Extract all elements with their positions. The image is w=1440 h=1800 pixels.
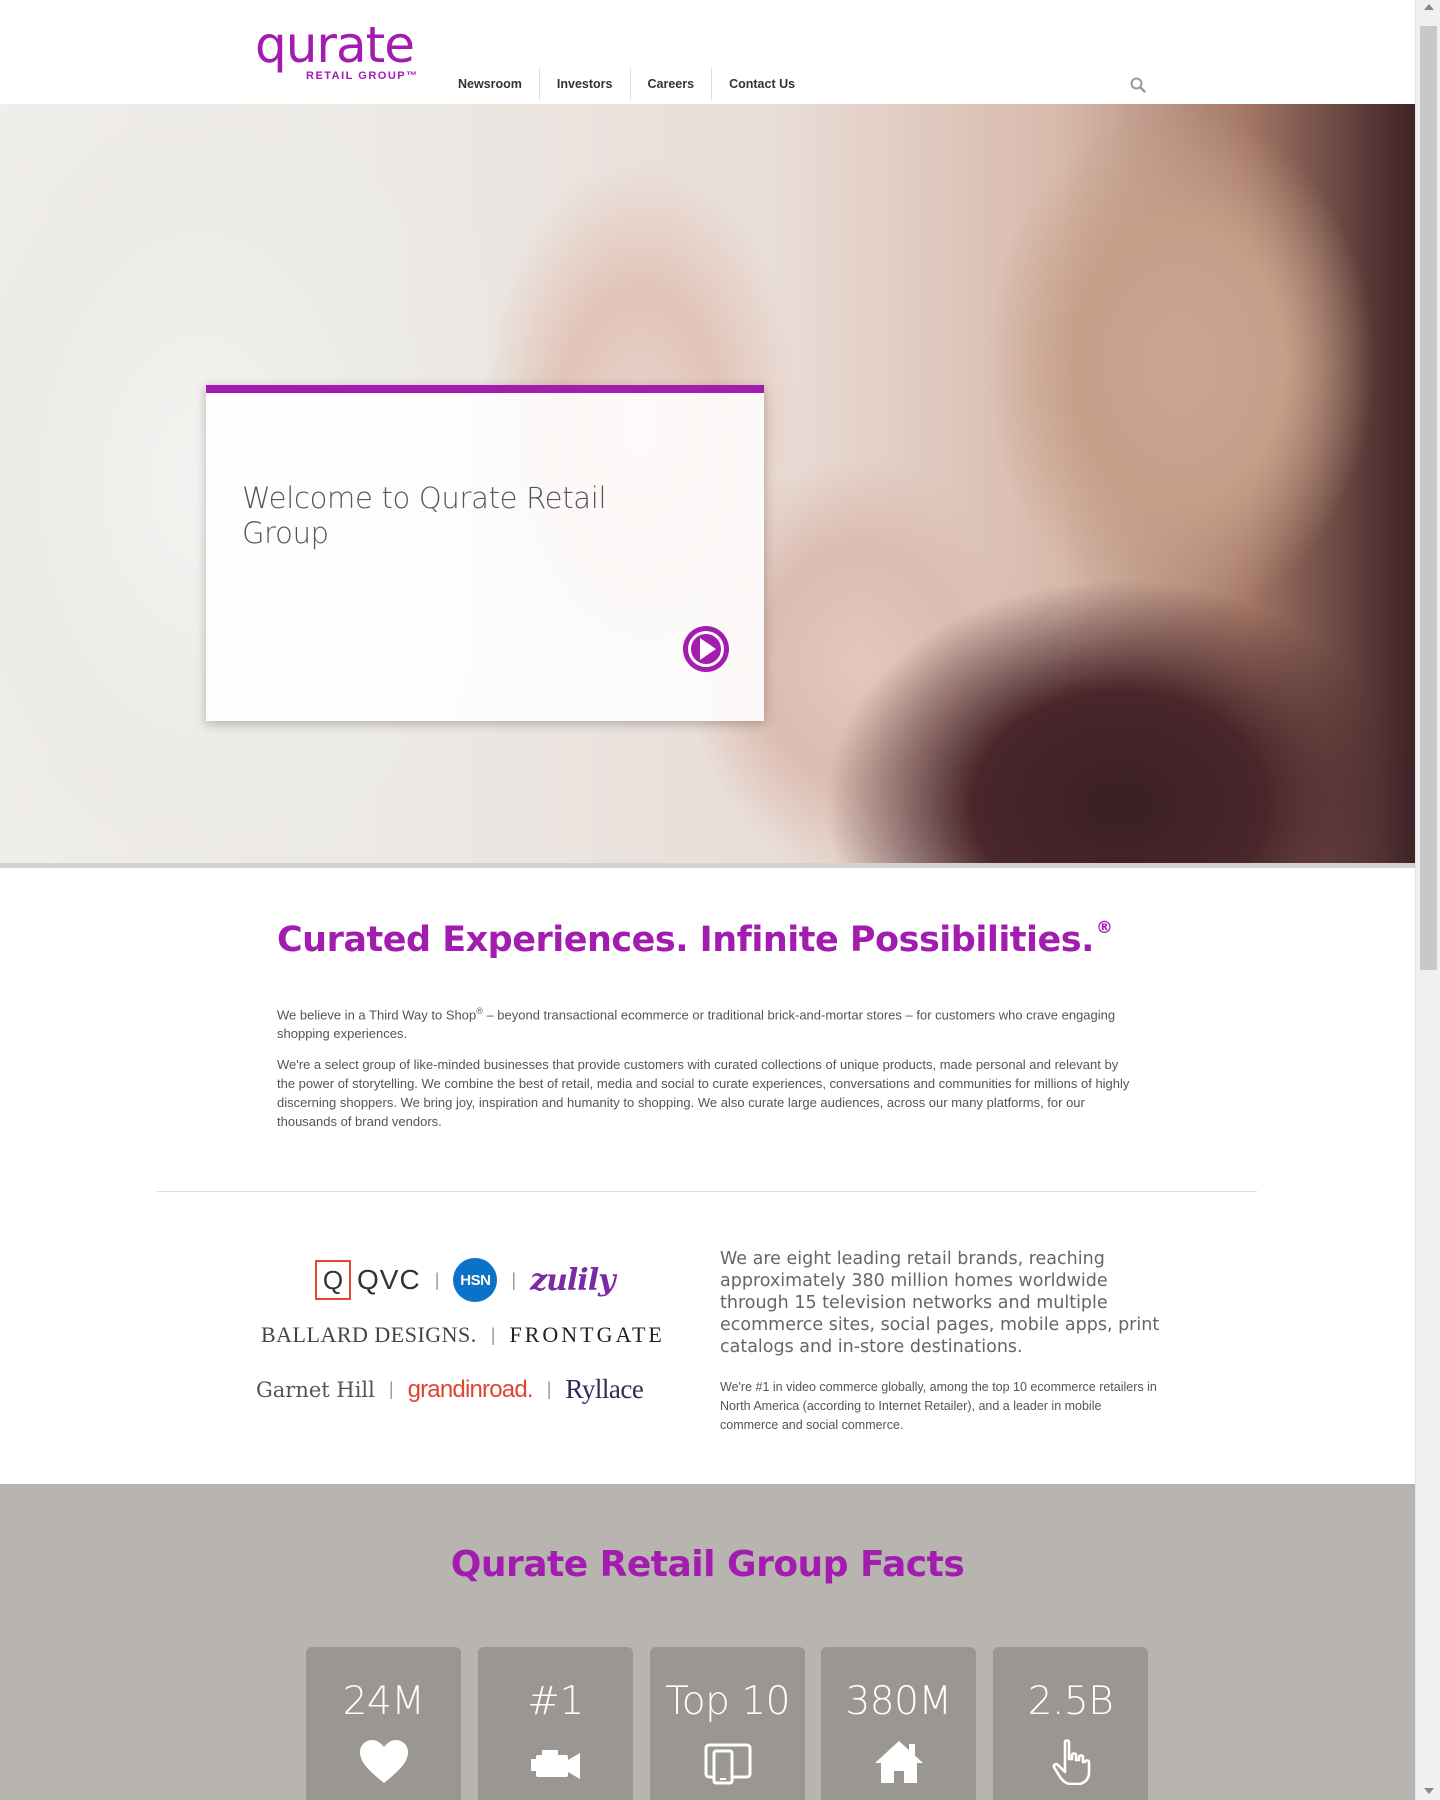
scroll-up-arrow-icon[interactable] xyxy=(1424,4,1434,10)
fact-card[interactable]: 24M xyxy=(306,1647,461,1800)
ryllace-logo[interactable]: Ryllace xyxy=(565,1374,643,1405)
grandin-road-logo[interactable]: grandinroad. xyxy=(408,1376,534,1404)
facts-title: Qurate Retail Group Facts xyxy=(450,1544,965,1585)
logo-wordmark: qurate xyxy=(255,16,415,74)
section-divider xyxy=(157,1191,1257,1192)
hsn-logo[interactable]: HSN xyxy=(453,1258,498,1302)
intro-paragraph-1: We believe in a Third Way to Shop® – bey… xyxy=(277,1002,1137,1043)
brand-logos: Q QVC | HSN | zulily BALLARD DESIGNS. | … xyxy=(255,1258,705,1438)
hero-banner: Welcome to Qurate Retail Group xyxy=(0,104,1415,868)
play-icon xyxy=(688,631,724,667)
brand-separator: | xyxy=(546,1379,552,1399)
brands-lead-text: We are eight leading retail brands, reac… xyxy=(720,1249,1160,1357)
play-video-button[interactable] xyxy=(683,626,729,672)
scroll-down-arrow-icon[interactable] xyxy=(1424,1788,1434,1794)
fact-value: #1 xyxy=(527,1679,584,1724)
logo-subtitle: RETAIL GROUP™ xyxy=(306,70,419,82)
nav-newsroom[interactable]: Newsroom xyxy=(441,68,539,100)
qurate-logo[interactable]: qurate RETAIL GROUP™ xyxy=(255,20,435,90)
fact-value: 24M xyxy=(342,1679,425,1724)
brands-detail-text: We're #1 in video commerce globally, amo… xyxy=(720,1380,1157,1432)
heart-icon xyxy=(360,1740,408,1783)
fact-card[interactable]: Top 10 xyxy=(650,1647,805,1800)
brand-separator: | xyxy=(490,1324,496,1345)
scroll-thumb[interactable] xyxy=(1420,26,1437,970)
hero-bottom-band xyxy=(0,863,1415,868)
ballard-designs-logo[interactable]: BALLARD DESIGNS. xyxy=(261,1322,477,1348)
fact-value: 380M xyxy=(845,1679,952,1724)
main-nav: Newsroom Investors Careers Contact Us xyxy=(441,68,812,100)
video-camera-icon xyxy=(531,1750,580,1779)
fact-card[interactable]: #1 xyxy=(478,1647,633,1800)
facts-section: Qurate Retail Group Facts 24M #1 Top 10 xyxy=(0,1484,1415,1800)
home-icon xyxy=(875,1741,923,1783)
nav-careers[interactable]: Careers xyxy=(629,68,712,100)
fact-value: 2.5B xyxy=(1027,1679,1114,1724)
brand-row-1: Q QVC | HSN | zulily xyxy=(315,1258,616,1302)
intro-heading-text: Curated Experiences. Infinite Possibilit… xyxy=(277,920,1094,960)
zulily-logo[interactable]: zulily xyxy=(530,1263,615,1298)
intro-p1-start: We believe in a Third Way to Shop xyxy=(277,1007,477,1023)
brand-separator: | xyxy=(511,1269,517,1290)
frontgate-logo[interactable]: FRONTGATE xyxy=(509,1322,664,1348)
fact-value: Top 10 xyxy=(665,1679,790,1724)
brand-row-3: Garnet Hill | grandinroad. | Ryllace xyxy=(256,1374,644,1405)
page: qurate RETAIL GROUP™ Newsroom Investors … xyxy=(0,0,1415,1800)
nav-investors[interactable]: Investors xyxy=(538,68,630,100)
site-header: qurate RETAIL GROUP™ Newsroom Investors … xyxy=(0,0,1415,104)
hero-card: Welcome to Qurate Retail Group xyxy=(206,385,764,721)
pointing-hand-icon xyxy=(1052,1739,1091,1785)
hero-title: Welcome to Qurate Retail Group xyxy=(242,481,607,550)
search-icon[interactable] xyxy=(1130,77,1146,93)
intro-paragraph-2: We're a select group of like-minded busi… xyxy=(277,1057,1130,1129)
devices-icon xyxy=(704,1743,752,1785)
fact-card[interactable]: 2.5B xyxy=(993,1647,1148,1800)
garnet-hill-logo[interactable]: Garnet Hill xyxy=(256,1378,375,1402)
fact-card[interactable]: 380M xyxy=(821,1647,976,1800)
intro-heading: Curated Experiences. Infinite Possibilit… xyxy=(277,918,1113,960)
brand-row-2: BALLARD DESIGNS. | FRONTGATE xyxy=(261,1322,665,1348)
registered-mark: ® xyxy=(1095,918,1113,938)
qvc-logo-mark: Q xyxy=(315,1260,351,1300)
qvc-logo[interactable]: QVC xyxy=(357,1264,421,1296)
brand-separator: | xyxy=(388,1379,394,1399)
brand-separator: | xyxy=(434,1269,440,1290)
nav-contact-us[interactable]: Contact Us xyxy=(711,68,812,100)
registered-mark-small: ® xyxy=(476,1006,483,1016)
page-scrollbar[interactable] xyxy=(1415,0,1440,1800)
